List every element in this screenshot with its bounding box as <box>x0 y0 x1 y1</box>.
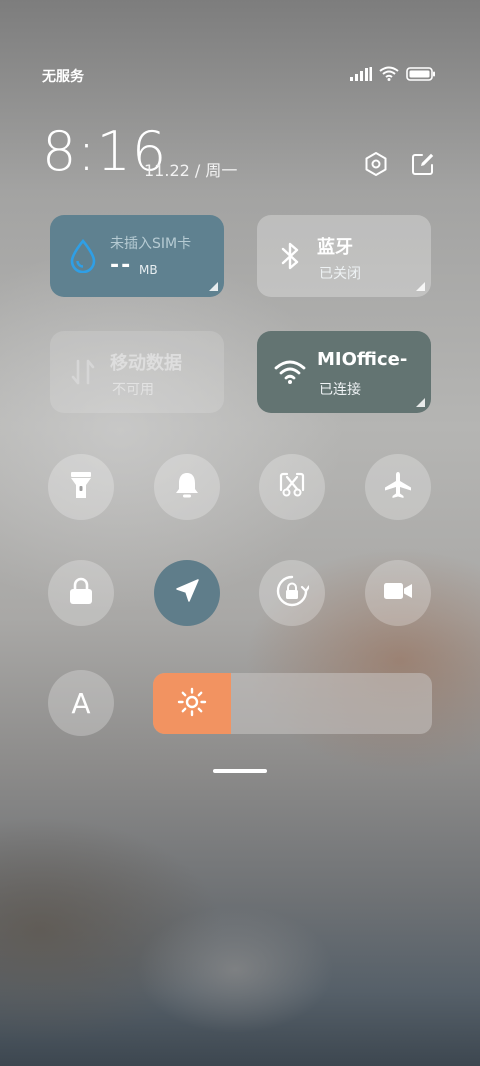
sun-icon <box>177 687 207 721</box>
settings-icon[interactable] <box>362 150 390 178</box>
expand-corner <box>416 398 425 407</box>
wifi-tile[interactable]: MIOffice- 已连接 <box>257 331 431 413</box>
lock-icon <box>69 577 93 609</box>
edit-icon[interactable] <box>409 150 437 178</box>
data-transfer-icon <box>66 355 100 389</box>
location-icon <box>174 578 200 608</box>
mute-toggle[interactable] <box>154 454 220 520</box>
wifi-icon <box>379 66 399 85</box>
screen-record-toggle[interactable] <box>365 560 431 626</box>
water-drop-icon <box>66 239 100 273</box>
battery-icon <box>406 66 436 85</box>
bell-icon <box>174 471 200 503</box>
screenshot-toggle[interactable] <box>259 454 325 520</box>
wifi-icon <box>273 355 307 389</box>
bluetooth-tile[interactable]: 蓝牙 已关闭 <box>257 215 431 297</box>
video-icon <box>383 580 413 606</box>
data-usage-value: -- <box>110 253 133 278</box>
expand-corner <box>416 282 425 291</box>
data-usage-tile[interactable]: 未插入SIM卡 -- MB <box>50 215 224 297</box>
auto-brightness-label: A <box>71 686 91 720</box>
lock-screen-toggle[interactable] <box>48 560 114 626</box>
flashlight-toggle[interactable] <box>48 454 114 520</box>
mobile-data-title: 移动数据 <box>110 353 182 374</box>
airplane-mode-toggle[interactable] <box>365 454 431 520</box>
data-usage-unit: MB <box>139 263 158 277</box>
airplane-icon <box>383 470 413 504</box>
wifi-status: 已连接 <box>319 382 361 398</box>
brightness-slider[interactable] <box>153 673 432 734</box>
auto-brightness-toggle[interactable]: A <box>48 670 114 736</box>
bluetooth-icon <box>273 239 307 273</box>
rotate-lock-icon <box>275 574 311 612</box>
date: 11.22 / 周一 <box>144 161 238 180</box>
brightness-level <box>153 673 232 734</box>
auto-rotate-toggle[interactable] <box>259 560 325 626</box>
screenshot-icon <box>278 471 306 503</box>
wifi-network-name: MIOffice- <box>317 349 408 370</box>
mobile-data-tile[interactable]: 移动数据 不可用 <box>50 331 224 413</box>
bluetooth-title: 蓝牙 <box>317 237 353 258</box>
mobile-data-status: 不可用 <box>112 382 154 398</box>
flashlight-icon <box>70 470 92 504</box>
dismiss-handle[interactable] <box>213 769 267 773</box>
sim-status-label: 未插入SIM卡 <box>110 236 192 252</box>
bluetooth-status: 已关闭 <box>319 266 361 282</box>
carrier-status: 无服务 <box>42 69 84 85</box>
location-toggle[interactable] <box>154 560 220 626</box>
expand-corner <box>209 282 218 291</box>
signal-icon <box>350 66 372 85</box>
status-icons <box>350 66 436 85</box>
